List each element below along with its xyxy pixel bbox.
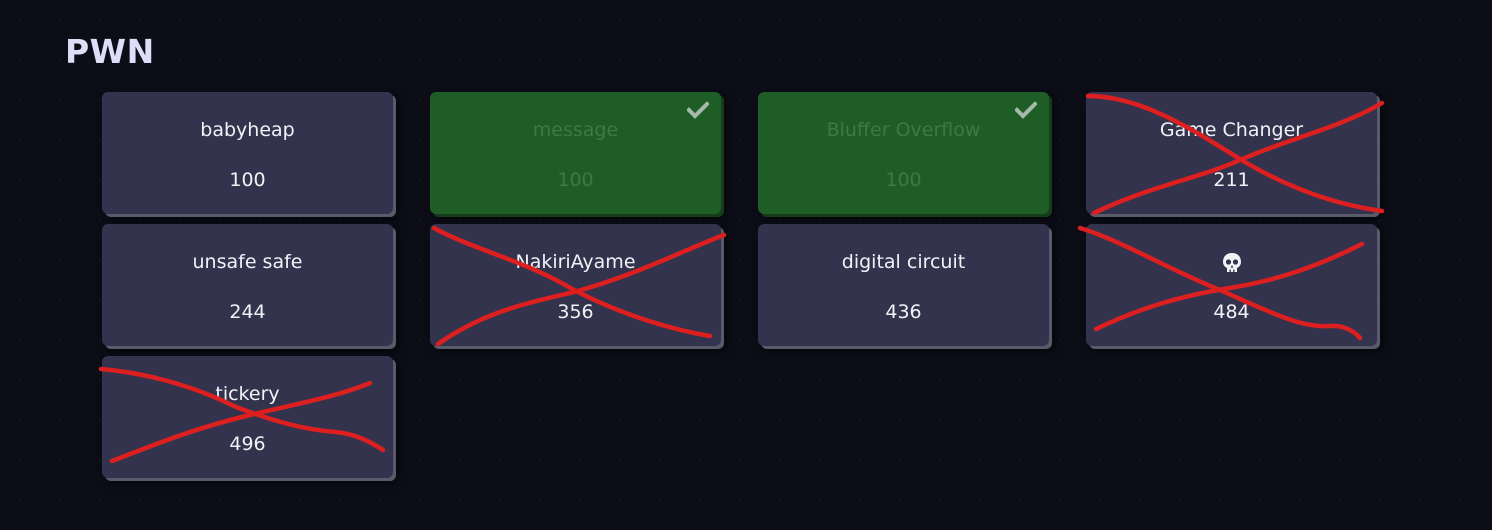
- category-title: PWN: [65, 32, 155, 71]
- challenge-points: 484: [1213, 301, 1250, 323]
- challenge-card-tickery[interactable]: tickery 496: [98, 356, 393, 478]
- check-icon: [687, 101, 709, 119]
- challenge-card-unsafe-safe[interactable]: unsafe safe 244: [102, 224, 393, 346]
- challenge-card-skull[interactable]: 484: [1077, 224, 1377, 346]
- challenge-card-bluffer-overflow[interactable]: Bluffer Overflow 100: [758, 92, 1049, 214]
- challenge-card-message[interactable]: message 100: [430, 92, 721, 214]
- challenge-name: tickery: [215, 383, 280, 405]
- challenge-points: 100: [557, 169, 594, 191]
- check-icon: [1015, 101, 1037, 119]
- challenge-points: 211: [1213, 169, 1250, 191]
- skull-icon: [1222, 252, 1241, 272]
- challenge-card-game-changer[interactable]: Game Changer 211: [1085, 92, 1385, 216]
- challenge-points: 100: [229, 169, 266, 191]
- challenge-card-digital-circuit[interactable]: digital circuit 436: [758, 224, 1049, 346]
- challenge-card-nakiriayame[interactable]: NakiriAyame 356: [430, 224, 727, 347]
- red-cross-annotation: [1077, 225, 1365, 341]
- challenge-name: digital circuit: [841, 251, 966, 273]
- red-cross-annotation: [98, 366, 386, 464]
- challenge-points: 356: [557, 301, 594, 323]
- challenge-card-babyheap[interactable]: babyheap 100: [102, 92, 393, 214]
- challenge-points: 496: [229, 433, 266, 455]
- red-cross-annotation: [431, 225, 727, 347]
- challenge-name: NakiriAyame: [515, 251, 636, 273]
- challenge-name: babyheap: [200, 119, 295, 141]
- challenge-name: Bluffer Overflow: [826, 119, 981, 141]
- challenge-name: Game Changer: [1159, 119, 1304, 141]
- challenge-name: unsafe safe: [192, 251, 303, 273]
- challenge-points: 100: [885, 169, 922, 191]
- challenge-name: [1086, 250, 1377, 274]
- challenge-name: message: [532, 119, 619, 141]
- challenge-points: 244: [229, 301, 266, 323]
- red-cross-annotation: [1085, 93, 1385, 216]
- challenge-grid: babyheap 100 message 100 Bluffer Overflo…: [98, 92, 1385, 478]
- challenge-points: 436: [885, 301, 922, 323]
